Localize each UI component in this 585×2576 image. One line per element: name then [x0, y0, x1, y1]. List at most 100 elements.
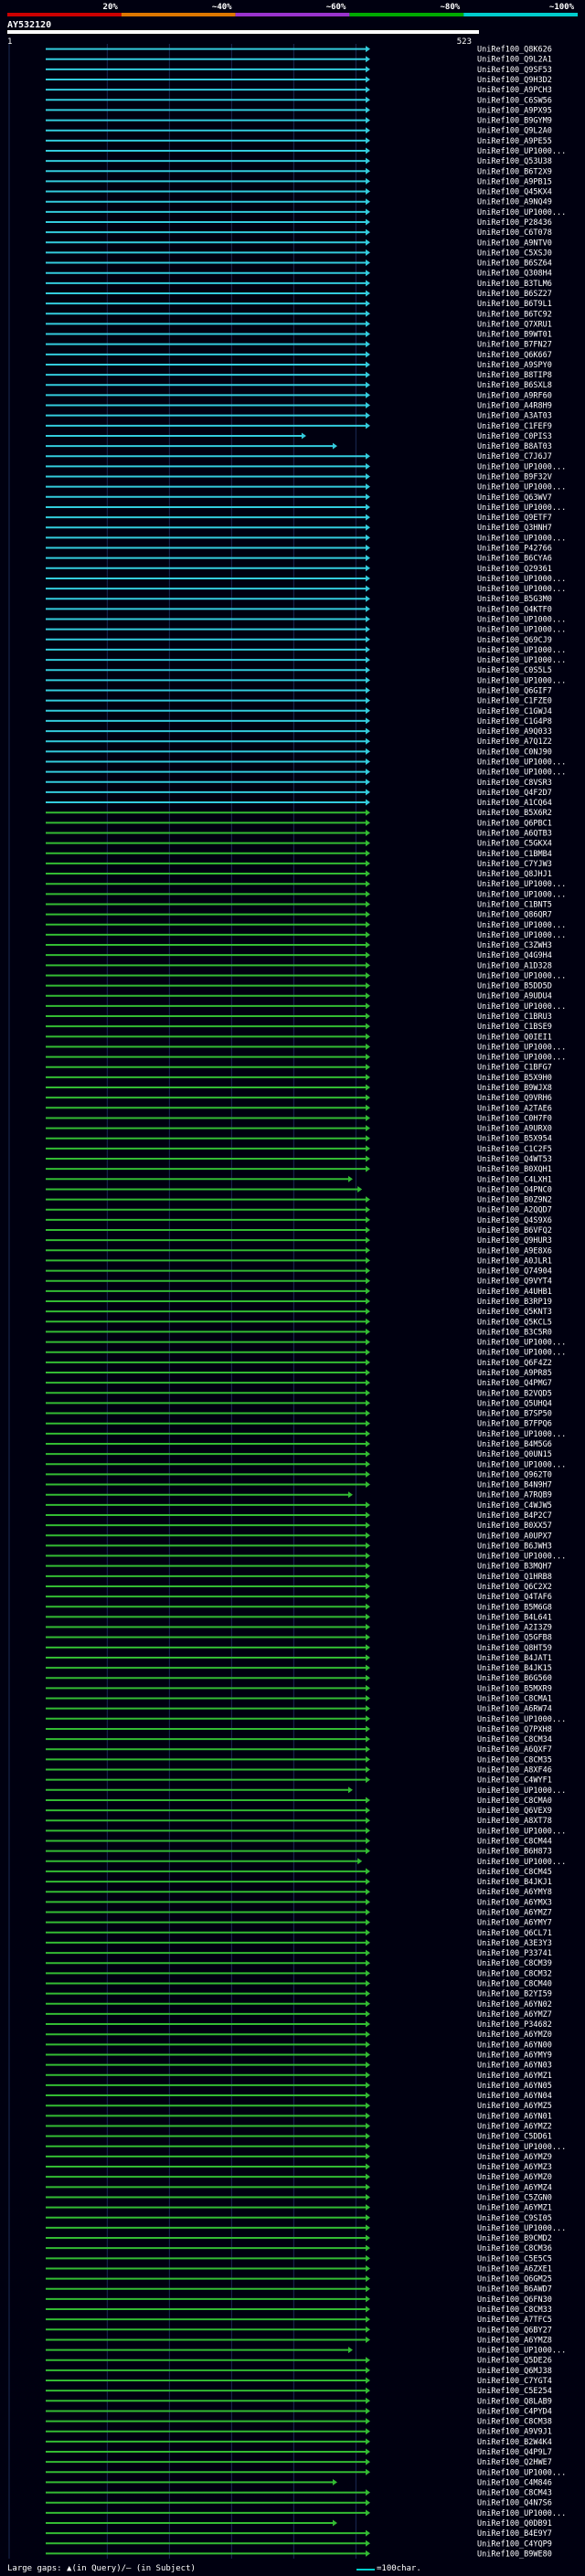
- subject-id-label[interactable]: UniRef100_C8CMA1: [477, 1695, 552, 1704]
- alignment-row[interactable]: UniRef100_B9CMD2: [46, 2234, 552, 2243]
- subject-id-label[interactable]: UniRef100_UP1000...: [477, 1002, 566, 1012]
- alignment-row[interactable]: UniRef100_B4JK15: [46, 1664, 552, 1673]
- alignment-row[interactable]: UniRef100_Q9HUR3: [46, 1236, 552, 1246]
- alignment-row[interactable]: UniRef100_B6T2X9: [46, 167, 552, 176]
- alignment-row[interactable]: UniRef100_UP1000...: [46, 1054, 566, 1063]
- subject-id-label[interactable]: UniRef100_UP1000...: [477, 758, 566, 767]
- alignment-row[interactable]: UniRef100_A6YMZ5: [46, 2102, 552, 2111]
- subject-id-label[interactable]: UniRef100_C8CM33: [477, 2306, 552, 2315]
- subject-id-label[interactable]: UniRef100_C4LXH1: [477, 1175, 552, 1184]
- alignment-row[interactable]: UniRef100_B6TC92: [46, 310, 552, 319]
- subject-id-label[interactable]: UniRef100_Q0IEI1: [477, 1033, 552, 1042]
- subject-id-label[interactable]: UniRef100_Q8LAB9: [477, 2397, 552, 2406]
- alignment-row[interactable]: UniRef100_A9RF60: [46, 391, 552, 400]
- subject-id-label[interactable]: UniRef100_Q6MJ38: [477, 2367, 552, 2376]
- alignment-row[interactable]: UniRef100_Q6GM25: [46, 2275, 552, 2284]
- alignment-row[interactable]: UniRef100_C7YGT4: [46, 2377, 552, 2386]
- subject-id-label[interactable]: UniRef100_A6YN03: [477, 2062, 552, 2071]
- subject-id-label[interactable]: UniRef100_A0JLR1: [477, 1256, 552, 1266]
- alignment-row[interactable]: UniRef100_Q962T0: [46, 1470, 552, 1479]
- alignment-row[interactable]: UniRef100_B5G3M0: [46, 595, 552, 604]
- alignment-row[interactable]: UniRef100_C8CMA1: [46, 1695, 552, 1704]
- alignment-row[interactable]: UniRef100_B3TLM6: [46, 280, 552, 289]
- subject-id-label[interactable]: UniRef100_A2QQD7: [477, 1206, 552, 1215]
- alignment-row[interactable]: UniRef100_UP1000...: [46, 880, 566, 889]
- subject-id-label[interactable]: UniRef100_B5DD5D: [477, 982, 552, 991]
- subject-id-label[interactable]: UniRef100_A6QTB3: [477, 829, 552, 838]
- alignment-row[interactable]: UniRef100_UP1000...: [46, 921, 566, 930]
- subject-id-label[interactable]: UniRef100_B2VQD5: [477, 1389, 552, 1398]
- subject-id-label[interactable]: UniRef100_C1G4P8: [477, 717, 552, 726]
- alignment-row[interactable]: UniRef100_A6YMZ9: [46, 2153, 552, 2162]
- subject-id-label[interactable]: UniRef100_Q1HRB8: [477, 1573, 552, 1582]
- alignment-row[interactable]: UniRef100_UP1000...: [46, 1715, 566, 1724]
- alignment-row[interactable]: UniRef100_B6SZ27: [46, 290, 552, 299]
- subject-id-label[interactable]: UniRef100_B6SZ27: [477, 290, 552, 299]
- alignment-row[interactable]: UniRef100_UP1000...: [46, 575, 566, 584]
- alignment-row[interactable]: UniRef100_A9PB15: [46, 177, 552, 186]
- subject-id-label[interactable]: UniRef100_A7Q1Z2: [477, 737, 552, 747]
- subject-id-label[interactable]: UniRef100_A6YMY7: [477, 1919, 552, 1928]
- alignment-row[interactable]: UniRef100_C4WYF1: [46, 1776, 552, 1786]
- subject-id-label[interactable]: UniRef100_Q6FN30: [477, 2295, 552, 2305]
- alignment-row[interactable]: UniRef100_P34682: [46, 2020, 552, 2030]
- subject-id-label[interactable]: UniRef100_Q6VEX9: [477, 1807, 552, 1816]
- subject-id-label[interactable]: UniRef100_B9WT01: [477, 331, 552, 340]
- subject-id-label[interactable]: UniRef100_A6YMZ5: [477, 2102, 552, 2111]
- subject-id-label[interactable]: UniRef100_C1BRU3: [477, 1012, 552, 1022]
- alignment-row[interactable]: UniRef100_A6QTB3: [46, 829, 552, 838]
- subject-id-label[interactable]: UniRef100_C1FZE0: [477, 697, 552, 706]
- subject-id-label[interactable]: UniRef100_Q6C2X2: [477, 1583, 552, 1592]
- subject-id-label[interactable]: UniRef100_B6CYA6: [477, 555, 552, 564]
- alignment-row[interactable]: UniRef100_C1GWJ4: [46, 707, 552, 716]
- alignment-row[interactable]: UniRef100_UP1000...: [46, 2509, 566, 2518]
- subject-id-label[interactable]: UniRef100_UP1000...: [477, 1715, 566, 1724]
- subject-id-label[interactable]: UniRef100_UP1000...: [477, 2468, 566, 2477]
- subject-id-label[interactable]: UniRef100_A9PCH3: [477, 86, 552, 95]
- alignment-row[interactable]: UniRef100_B5MXR9: [46, 1684, 552, 1693]
- alignment-row[interactable]: UniRef100_B7FN27: [46, 341, 552, 350]
- subject-id-label[interactable]: UniRef100_A6YN02: [477, 2000, 552, 2009]
- subject-id-label[interactable]: UniRef100_B9CMD2: [477, 2234, 552, 2243]
- alignment-row[interactable]: UniRef100_Q8K626: [46, 46, 552, 55]
- alignment-row[interactable]: UniRef100_Q4F2D7: [46, 789, 552, 798]
- subject-id-label[interactable]: UniRef100_A6YMZ7: [477, 2010, 552, 2019]
- alignment-row[interactable]: UniRef100_Q8HT59: [46, 1644, 552, 1653]
- alignment-row[interactable]: UniRef100_A6YMZ2: [46, 2122, 552, 2131]
- subject-id-label[interactable]: UniRef100_UP1000...: [477, 646, 566, 655]
- alignment-row[interactable]: UniRef100_C7YJW3: [46, 860, 552, 869]
- alignment-row[interactable]: UniRef100_Q5GFB8: [46, 1634, 552, 1643]
- subject-id-label[interactable]: UniRef100_UP1000...: [477, 971, 566, 981]
- subject-id-label[interactable]: UniRef100_UP1000...: [477, 1553, 566, 1562]
- alignment-row[interactable]: UniRef100_A6YN05: [46, 2082, 552, 2091]
- subject-id-label[interactable]: UniRef100_B4L641: [477, 1613, 552, 1622]
- subject-id-label[interactable]: UniRef100_A6YMZ0: [477, 2173, 552, 2182]
- alignment-row[interactable]: UniRef100_A6YMY9: [46, 2051, 552, 2060]
- alignment-row[interactable]: UniRef100_UP1000...: [46, 2143, 566, 2152]
- subject-id-label[interactable]: UniRef100_P28436: [477, 218, 552, 228]
- alignment-row[interactable]: UniRef100_B5M6G8: [46, 1603, 552, 1612]
- subject-id-label[interactable]: UniRef100_C7J6J7: [477, 452, 552, 461]
- subject-id-label[interactable]: UniRef100_Q9VYT4: [477, 1277, 552, 1287]
- alignment-row[interactable]: UniRef100_A6RW74: [46, 1705, 552, 1714]
- alignment-row[interactable]: UniRef100_C8CMA0: [46, 1797, 552, 1806]
- alignment-row[interactable]: UniRef100_C9SI05: [46, 2214, 552, 2223]
- alignment-row[interactable]: UniRef100_UP1000...: [46, 1043, 566, 1052]
- alignment-row[interactable]: UniRef100_B9WE80: [46, 2549, 552, 2559]
- alignment-row[interactable]: UniRef100_C1BRU3: [46, 1012, 552, 1022]
- alignment-row[interactable]: UniRef100_UP1000...: [46, 462, 566, 472]
- alignment-row[interactable]: UniRef100_C5E5C5: [46, 2254, 552, 2263]
- alignment-row[interactable]: UniRef100_C8VSR3: [46, 779, 552, 788]
- alignment-row[interactable]: UniRef100_Q3HNH7: [46, 524, 552, 533]
- alignment-row[interactable]: UniRef100_Q69CJ9: [46, 636, 552, 645]
- alignment-row[interactable]: UniRef100_B6H873: [46, 1848, 552, 1857]
- alignment-row[interactable]: UniRef100_Q9VYT4: [46, 1277, 552, 1287]
- subject-id-label[interactable]: UniRef100_UP1000...: [477, 921, 566, 930]
- subject-id-label[interactable]: UniRef100_A8XT78: [477, 1817, 552, 1826]
- alignment-row[interactable]: UniRef100_A6YN04: [46, 2092, 552, 2101]
- subject-id-label[interactable]: UniRef100_A9V9J1: [477, 2428, 552, 2437]
- subject-id-label[interactable]: UniRef100_Q74904: [477, 1267, 552, 1277]
- subject-id-label[interactable]: UniRef100_Q6BY27: [477, 2326, 552, 2335]
- alignment-row[interactable]: UniRef100_A0JLR1: [46, 1256, 552, 1266]
- subject-id-label[interactable]: UniRef100_B9F32V: [477, 473, 552, 482]
